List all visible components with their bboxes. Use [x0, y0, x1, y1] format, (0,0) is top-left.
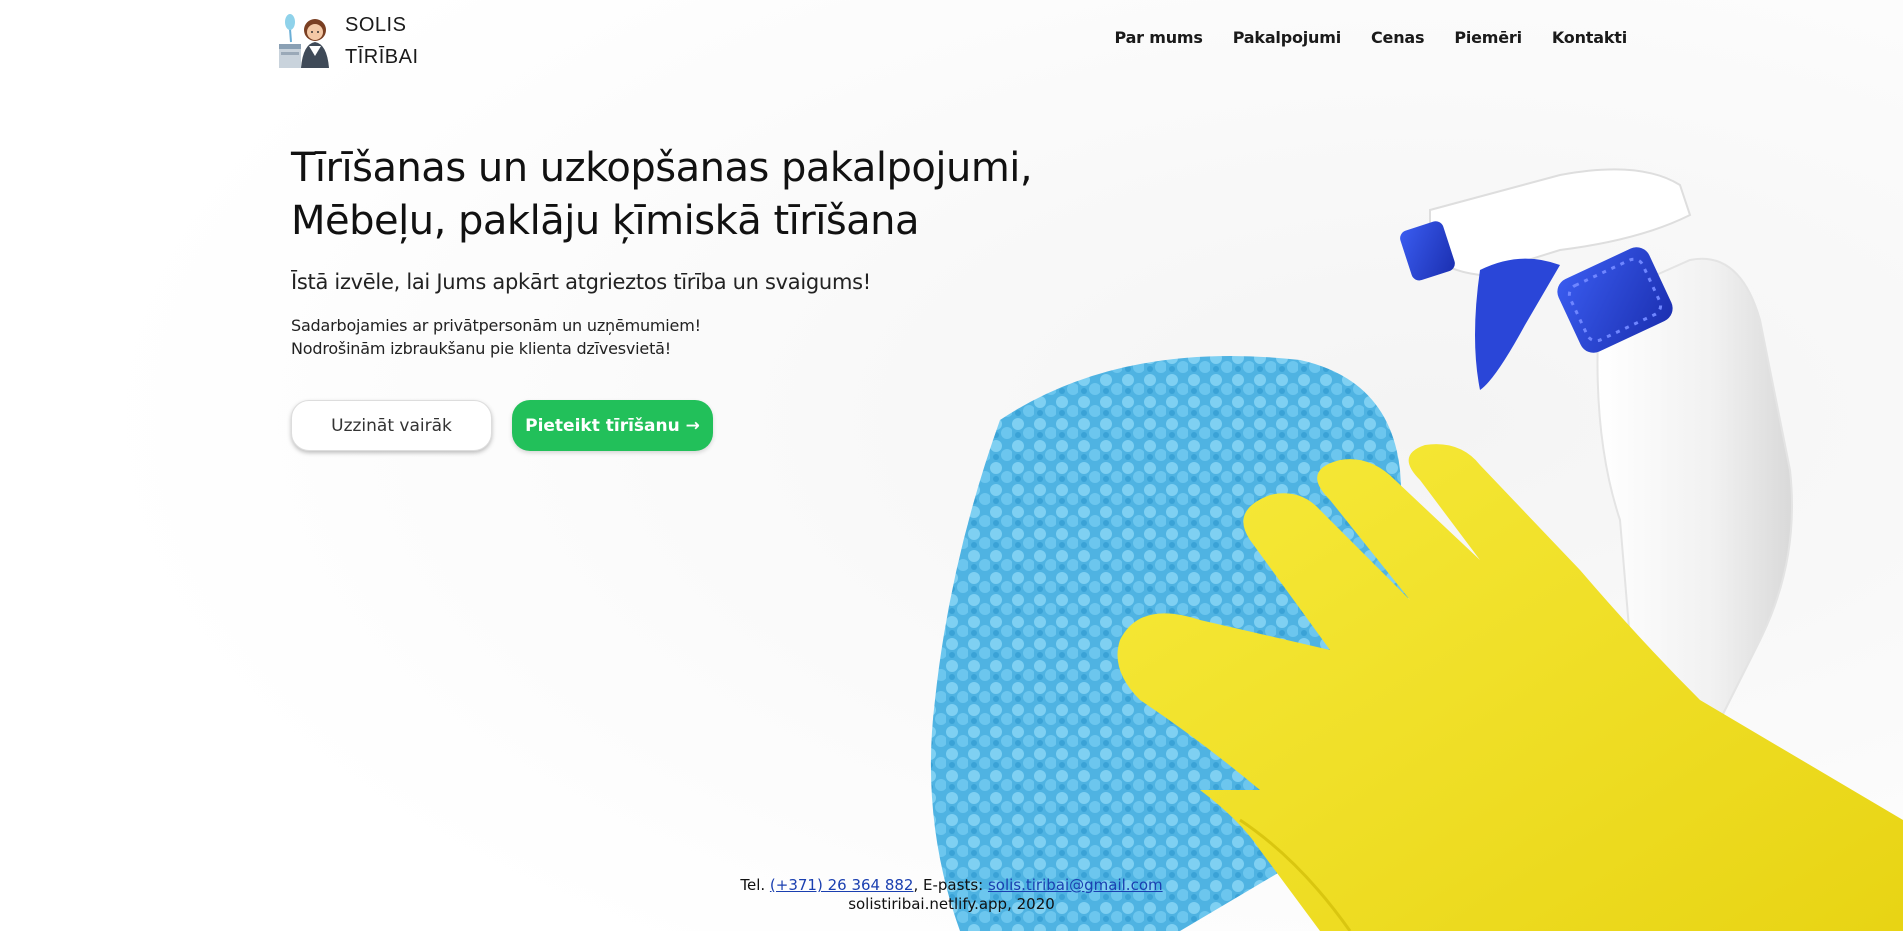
footer-tel-label: Tel. — [740, 876, 770, 894]
hero-description-line1: Sadarbojamies ar privātpersonām un uzņēm… — [291, 316, 701, 335]
order-cleaning-button[interactable]: Pieteikt tīrīšanu → — [512, 400, 713, 451]
hero-background-image — [0, 0, 1903, 931]
hero-description: Sadarbojamies ar privātpersonām un uzņēm… — [291, 314, 1111, 360]
hero-lead: Īstā izvēle, lai Jums apkārt atgrieztos … — [291, 270, 871, 294]
learn-more-button[interactable]: Uzzināt vairāk — [291, 400, 492, 451]
hero-section: Tīrīšanas un uzkopšanas pakalpojumi, Mēb… — [291, 142, 1111, 451]
nav-item-pakalpojumi[interactable]: Pakalpojumi — [1233, 28, 1341, 47]
brand-name-line2: TĪRĪBAI — [345, 46, 419, 68]
hero-title-line1: Tīrīšanas un uzkopšanas pakalpojumi, — [291, 145, 1033, 191]
hero-buttons: Uzzināt vairāk Pieteikt tīrīšanu → — [291, 400, 1111, 451]
site-footer: Tel. (+371) 26 364 882, E-pasts: solis.t… — [0, 876, 1903, 914]
cleaning-lady-icon — [279, 14, 329, 68]
brand-name-line1: SOLIS — [345, 14, 407, 36]
footer-email-label: , E-pasts: — [913, 876, 988, 894]
footer-email-link[interactable]: solis.tiribai@gmail.com — [988, 876, 1163, 894]
nav-item-piemeri[interactable]: Piemēri — [1454, 28, 1522, 47]
brand-name: SOLIS TĪRĪBAI — [345, 9, 419, 73]
site-header: SOLIS TĪRĪBAI Par mums Pakalpojumi Cenas… — [0, 0, 1903, 82]
nav-item-par-mums[interactable]: Par mums — [1114, 28, 1202, 47]
nav-item-kontakti[interactable]: Kontakti — [1552, 28, 1627, 47]
footer-site: solistiribai.netlify.app, 2020 — [848, 895, 1055, 913]
hero-title-line2: Mēbeļu, paklāju ķīmiskā tīrīšana — [291, 198, 920, 244]
hero-title: Tīrīšanas un uzkopšanas pakalpojumi, Mēb… — [291, 142, 1111, 248]
footer-phone-link[interactable]: (+371) 26 364 882 — [770, 876, 914, 894]
main-nav: Par mums Pakalpojumi Cenas Piemēri Konta… — [1114, 28, 1627, 47]
footer-contact: Tel. (+371) 26 364 882, E-pasts: solis.t… — [0, 876, 1903, 895]
nav-item-cenas[interactable]: Cenas — [1371, 28, 1425, 47]
hero-description-line2: Nodrošinām izbraukšanu pie klienta dzīve… — [291, 339, 671, 358]
brand-logo[interactable]: SOLIS TĪRĪBAI — [277, 10, 427, 72]
